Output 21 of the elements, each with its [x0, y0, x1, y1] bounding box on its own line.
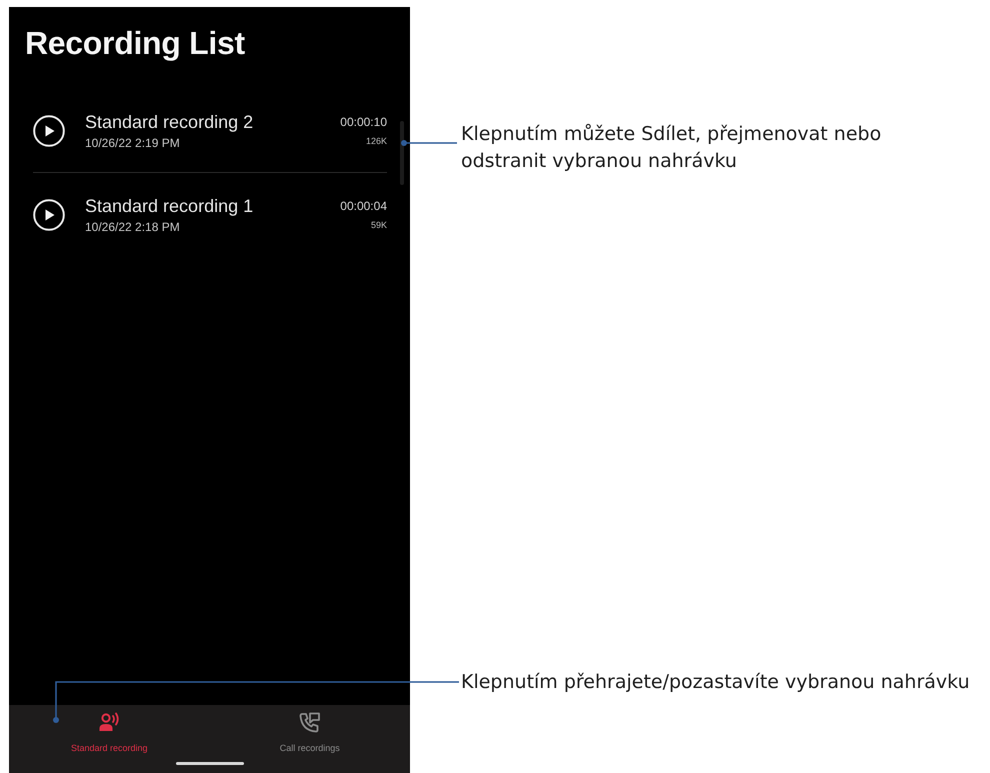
recording-date: 10/26/22 2:18 PM: [85, 218, 180, 234]
play-icon[interactable]: [33, 198, 65, 230]
file-size: 126K: [366, 135, 387, 148]
leader-line: [400, 137, 460, 149]
recording-duration: 00:00:10: [340, 114, 387, 131]
nav-tab[interactable]: Call recordings: [210, 705, 410, 754]
recording-date: 10/26/22 2:19 PM: [85, 134, 180, 150]
recording-name: Standard recording 1: [85, 194, 254, 216]
recording-duration: 00:00:04: [340, 198, 387, 215]
nav-tab[interactable]: Standard recording: [9, 705, 210, 754]
file-size: 59K: [370, 219, 387, 232]
play-icon[interactable]: [33, 114, 65, 146]
recording-item[interactable]: Standard recording 2 10/26/22 2:19 PM 00:00:10 126K: [33, 89, 387, 172]
callout-text: Klepnutím přehrajete/pozastavíte vybranou nahrávku: [461, 670, 970, 695]
screen-title: Recording List: [24, 24, 245, 62]
home-indicator: [176, 762, 244, 765]
person-sound-icon: [98, 712, 120, 733]
recording-name: Standard recording 2: [85, 110, 254, 132]
phone-message-icon: [298, 712, 321, 733]
callout-text: Klepnutím můžete Sdílet, přejmenovat nebo odstranit vybranou nahrávku: [461, 122, 882, 174]
recording-item[interactable]: Standard recording 1 10/26/22 2:18 PM 00:00:04 59K: [33, 173, 387, 256]
